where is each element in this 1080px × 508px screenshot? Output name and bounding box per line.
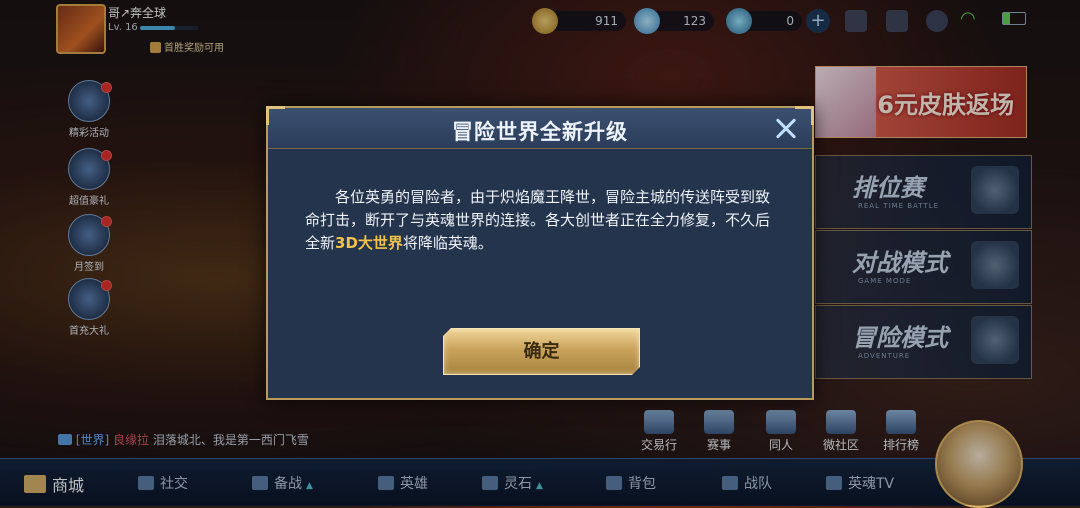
upgrade-notice-dialog: 冒险世界全新升级 各位英勇的冒险者，由于炽焰魔王降世，冒险主城的传送阵受到致命打… xyxy=(266,106,814,400)
confirm-button[interactable]: 确定 xyxy=(443,328,640,375)
dialog-message: 各位英勇的冒险者，由于炽焰魔王降世，冒险主城的传送阵受到致命打击，断开了与英魂世… xyxy=(305,186,775,255)
dialog-header: 冒险世界全新升级 xyxy=(266,106,814,149)
confirm-label: 确定 xyxy=(523,341,560,362)
message-text-end: 将降临英魂。 xyxy=(402,234,493,252)
dialog-title: 冒险世界全新升级 xyxy=(452,120,628,144)
message-highlight: 3D大世界 xyxy=(335,234,403,252)
close-icon[interactable] xyxy=(770,112,802,144)
